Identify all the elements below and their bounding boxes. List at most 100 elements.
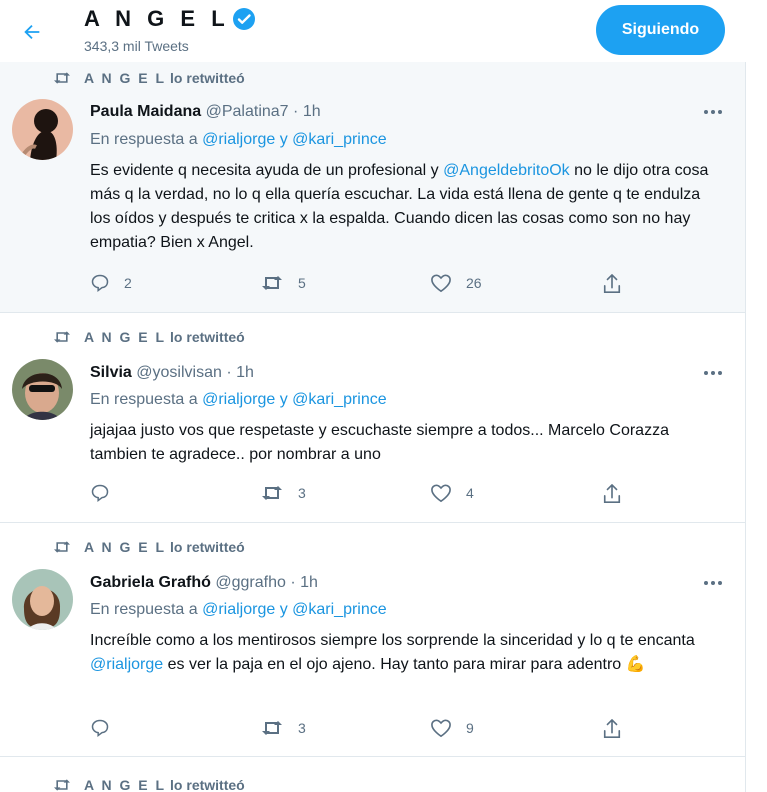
- retweet-icon: [54, 331, 70, 343]
- tweet-count: 343,3 mil Tweets: [84, 38, 189, 54]
- share-button[interactable]: [602, 718, 622, 740]
- author-name[interactable]: Gabriela Grafhó: [90, 574, 211, 591]
- tweet-text: jajajaa justo vos que respetaste y escuc…: [90, 419, 710, 467]
- tweet-text-part: Es evidente q necesita ayuda de un profe…: [90, 162, 444, 179]
- heart-icon: [431, 274, 451, 293]
- avatar[interactable]: [12, 569, 73, 630]
- reply-prefix: En respuesta a: [90, 601, 198, 618]
- reply-count: 2: [124, 275, 132, 291]
- reply-conjunction: y: [279, 601, 288, 618]
- reply-prefix: En respuesta a: [90, 391, 198, 408]
- author-handle[interactable]: @ggrafho: [215, 574, 286, 591]
- reply-mention[interactable]: @kari_prince: [292, 391, 387, 408]
- tweet-time[interactable]: 1h: [303, 103, 321, 120]
- profile-title: A N G E L: [84, 6, 256, 32]
- tweet-text-part: es ver la paja en el ojo ajeno. Hay tant…: [163, 656, 626, 673]
- more-dots-icon: [704, 371, 722, 375]
- retweet-button[interactable]: 3: [260, 718, 306, 738]
- retweeter-name[interactable]: A N G E L: [84, 70, 166, 86]
- back-button[interactable]: [16, 16, 48, 48]
- reply-to-line: En respuesta a @rialjorge y @kari_prince: [90, 391, 387, 409]
- like-button[interactable]: 9: [430, 718, 474, 738]
- retweet-indicator: A N G E L lo retwitteó: [52, 777, 245, 792]
- retweet-icon: [262, 721, 282, 735]
- retweet-indicator: A N G E L lo retwitteó: [52, 329, 245, 345]
- author-handle[interactable]: @Palatina7: [206, 103, 289, 120]
- reply-button[interactable]: [90, 483, 124, 503]
- retweeter-name[interactable]: A N G E L: [84, 539, 166, 555]
- share-button[interactable]: [602, 273, 622, 295]
- more-options-button[interactable]: [700, 363, 726, 383]
- retweet-button[interactable]: 3: [260, 483, 306, 503]
- like-count: 9: [466, 720, 474, 736]
- reply-button[interactable]: 2: [90, 273, 132, 293]
- retweet-icon: [262, 486, 282, 500]
- more-options-button[interactable]: [700, 102, 726, 122]
- more-options-button[interactable]: [700, 573, 726, 593]
- tweet[interactable]: A N G E L lo retwitteó Silvia @yosilvisa…: [0, 313, 745, 523]
- retweet-count: 5: [298, 275, 306, 291]
- tweet-time[interactable]: 1h: [236, 364, 254, 381]
- reply-to-line: En respuesta a @rialjorge y @kari_prince: [90, 601, 387, 619]
- share-icon: [603, 274, 621, 293]
- retweet-indicator: A N G E L lo retwitteó: [52, 539, 245, 555]
- reply-conjunction: y: [279, 131, 288, 148]
- retweet-button[interactable]: 5: [260, 273, 306, 293]
- tweet-time[interactable]: 1h: [300, 574, 318, 591]
- tweet-text: Increíble como a los mentirosos siempre …: [90, 629, 720, 677]
- author-name[interactable]: Paula Maidana: [90, 103, 201, 120]
- more-dots-icon: [704, 581, 722, 585]
- retweet-label: lo retwitteó: [170, 539, 245, 555]
- reply-to-line: En respuesta a @rialjorge y @kari_prince: [90, 131, 387, 149]
- tweet-meta: Paula Maidana @Palatina7 · 1h: [90, 103, 321, 121]
- retweeter-name[interactable]: A N G E L: [84, 777, 166, 792]
- retweet-label: lo retwitteó: [170, 329, 245, 345]
- like-button[interactable]: 26: [430, 273, 482, 293]
- retweet-count: 3: [298, 485, 306, 501]
- heart-icon: [431, 484, 451, 503]
- tweet-actions: 3 4: [90, 483, 630, 507]
- mention-link[interactable]: @rialjorge: [90, 656, 163, 673]
- tweet-actions: 2 5 26: [90, 273, 630, 297]
- author-handle[interactable]: @yosilvisan: [136, 364, 222, 381]
- profile-header: A N G E L 343,3 mil Tweets Siguiendo: [0, 0, 767, 62]
- share-button[interactable]: [602, 483, 622, 505]
- dot-separator: ·: [290, 574, 296, 591]
- more-dots-icon: [704, 110, 722, 114]
- tweet-actions: 3 9: [90, 718, 630, 742]
- dot-separator: ·: [226, 364, 232, 381]
- tweet-text: Es evidente q necesita ayuda de un profe…: [90, 159, 725, 255]
- reply-icon: [91, 719, 109, 738]
- flexed-biceps-emoji: 💪: [625, 656, 646, 673]
- avatar[interactable]: [12, 99, 73, 160]
- reply-mention[interactable]: @kari_prince: [292, 601, 387, 618]
- reply-mention[interactable]: @kari_prince: [292, 131, 387, 148]
- retweet-icon: [54, 541, 70, 553]
- retweet-label: lo retwitteó: [170, 70, 245, 86]
- tweet[interactable]: A N G E L lo retwitteó Gabriela Grafhó @…: [0, 523, 745, 757]
- reply-mention[interactable]: @rialjorge: [202, 391, 275, 408]
- avatar[interactable]: [12, 359, 73, 420]
- share-icon: [603, 484, 621, 503]
- reply-icon: [91, 274, 109, 293]
- retweet-count: 3: [298, 720, 306, 736]
- like-button[interactable]: 4: [430, 483, 474, 503]
- author-name[interactable]: Silvia: [90, 364, 132, 381]
- reply-prefix: En respuesta a: [90, 131, 198, 148]
- tweet[interactable]: A N G E L lo retwitteó Paula Maidana @Pa…: [0, 62, 745, 313]
- following-button[interactable]: Siguiendo: [596, 5, 725, 55]
- column-divider: [745, 62, 746, 792]
- reply-button[interactable]: [90, 718, 124, 738]
- retweet-icon: [54, 72, 70, 84]
- tweet[interactable]: A N G E L lo retwitteó: [0, 757, 745, 792]
- tweet-text-part: Increíble como a los mentirosos siempre …: [90, 632, 695, 649]
- retweeter-name[interactable]: A N G E L: [84, 329, 166, 345]
- like-count: 26: [466, 275, 482, 291]
- reply-mention[interactable]: @rialjorge: [202, 601, 275, 618]
- mention-link[interactable]: @AngeldebritoOk: [443, 162, 570, 179]
- tweet-meta: Gabriela Grafhó @ggrafho · 1h: [90, 574, 318, 592]
- heart-icon: [431, 719, 451, 738]
- reply-icon: [91, 484, 109, 503]
- reply-mention[interactable]: @rialjorge: [202, 131, 275, 148]
- share-icon: [603, 719, 621, 738]
